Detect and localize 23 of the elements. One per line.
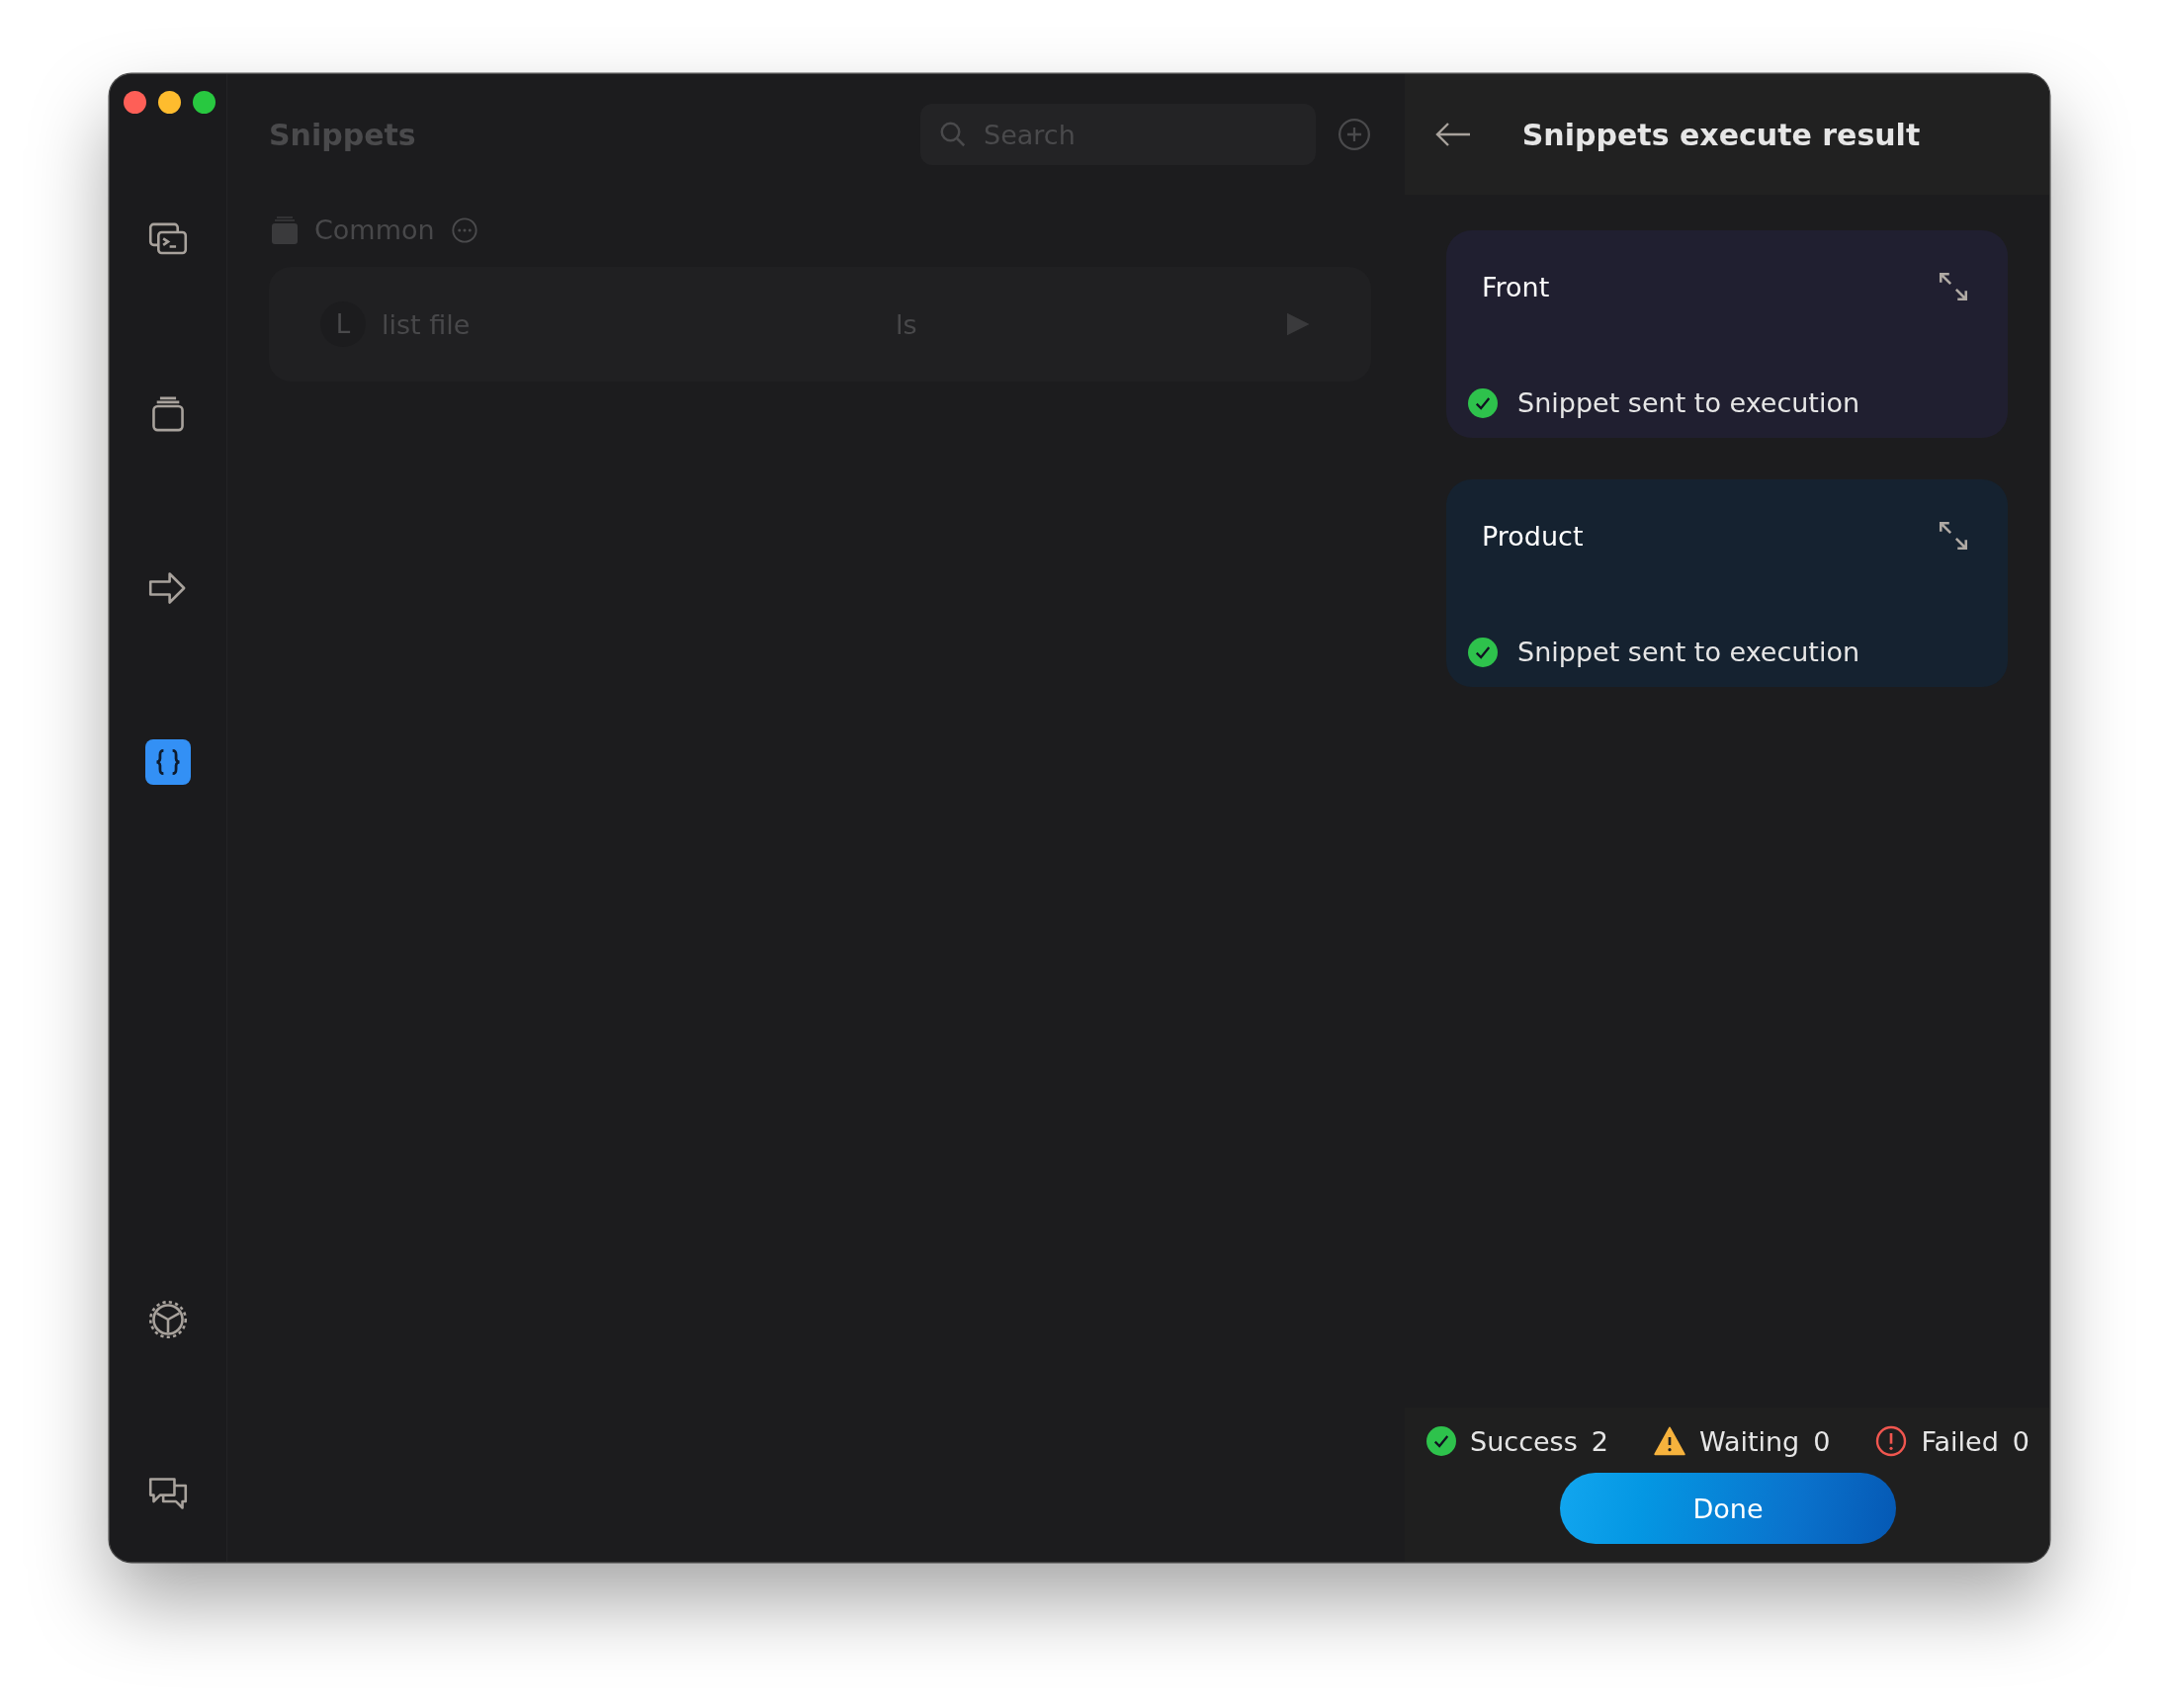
expand-button[interactable] [1937,519,1970,553]
expand-button[interactable] [1937,270,1970,303]
gear-icon [146,1299,189,1340]
status-count: 0 [1813,1425,1831,1457]
panel-title: Snippets execute result [1520,117,1922,152]
warning-icon [1653,1426,1685,1456]
check-circle-icon [1426,1426,1457,1456]
back-button[interactable] [1434,121,1473,148]
status-count: 0 [2012,1425,2029,1457]
folder-stack-icon [270,214,299,245]
check-circle-icon [1468,387,1499,418]
status-message: Snippet sent to execution [1517,637,1860,667]
host-name: Front [1482,271,1550,302]
check-circle-icon [1468,637,1499,667]
status-label: Success [1470,1425,1578,1457]
host-name: Product [1482,520,1584,552]
sidebar-nav-button[interactable] [144,739,191,785]
done-button[interactable]: Done [1560,1473,1896,1544]
status-label: Waiting [1698,1425,1800,1457]
error-icon [1875,1425,1908,1457]
status-label: Failed [1921,1425,1999,1457]
status-message: Snippet sent to execution [1517,387,1860,418]
status-count: 2 [1591,1425,1608,1457]
